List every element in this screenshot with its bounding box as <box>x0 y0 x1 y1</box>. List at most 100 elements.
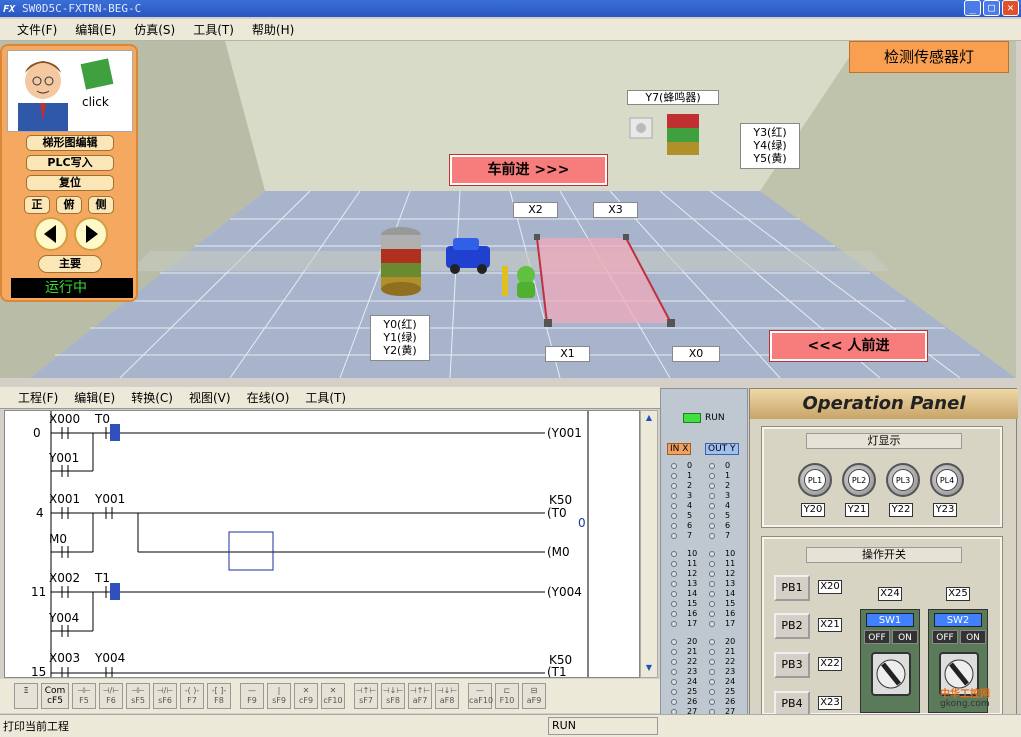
io-number: 25 <box>687 687 698 696</box>
editor-menu-view[interactable]: 视图(V) <box>181 389 239 406</box>
io-number: 3 <box>725 491 731 500</box>
menu-edit[interactable]: 编辑(E) <box>66 21 125 38</box>
toolbar-button-f8[interactable]: -[ ]- F8 <box>207 683 231 709</box>
menu-file[interactable]: 文件(F) <box>8 21 66 38</box>
editor-menu-convert[interactable]: 转换(C) <box>123 389 181 406</box>
car-forward-button[interactable]: 车前进 >>> <box>449 154 608 186</box>
toolbar-button-af8[interactable]: ⊣↓⊢ aF8 <box>435 683 459 709</box>
io-led-icon <box>671 483 677 489</box>
toolbar-button-f5[interactable]: ⊣⊢ F5 <box>72 683 96 709</box>
toolbar-button-caf10[interactable]: — caF10 <box>468 683 493 709</box>
main-button[interactable]: 主要 <box>38 255 102 273</box>
pb2-button[interactable]: PB2 <box>774 613 810 639</box>
io-number: 26 <box>687 697 698 706</box>
toolbar-button-af9[interactable]: ⊟ aF9 <box>522 683 546 709</box>
sw2-label: SW2 <box>934 613 982 627</box>
io-led-icon <box>671 473 677 479</box>
pl3-lamp: PL3 <box>886 463 920 497</box>
editor-menu-project[interactable]: 工程(F) <box>10 389 66 406</box>
io-number: 10 <box>725 549 736 558</box>
person-forward-button[interactable]: <<< 人前进 <box>769 330 928 362</box>
io-number: 5 <box>687 511 693 520</box>
maximize-button[interactable]: □ <box>983 0 1000 16</box>
toolbar-button-f6[interactable]: ⊣/⊢ F6 <box>99 683 123 709</box>
sensor-x2-label: X2 <box>513 202 558 218</box>
io-led-icon <box>671 699 677 705</box>
toolbar-button-comment[interactable]: Com cF5 <box>41 683 69 709</box>
menu-help[interactable]: 帮助(H) <box>243 21 303 38</box>
watermark-site: 中华工控网 <box>940 689 990 700</box>
pb-tag: X20 <box>818 580 842 594</box>
io-number: 11 <box>725 559 736 568</box>
editor-menu-tools[interactable]: 工具(T) <box>297 389 354 406</box>
view-side-button[interactable]: 侧 <box>88 196 114 214</box>
pb3-button[interactable]: PB3 <box>774 652 810 678</box>
editor-menu-online[interactable]: 在线(O) <box>239 389 298 406</box>
ladder-editor[interactable]: 0 X000 T0 Y001 (Y001 4 X001 Y001 M0 K50 … <box>4 410 640 678</box>
io-led-icon <box>671 551 677 557</box>
toolbar-button-sf7[interactable]: ⊣↑⊢ sF7 <box>354 683 378 709</box>
plc-write-button[interactable]: PLC写入 <box>26 155 114 171</box>
io-number: 26 <box>725 697 736 706</box>
io-number: 16 <box>687 609 698 618</box>
io-led-icon <box>671 503 677 509</box>
io-led-icon <box>709 551 715 557</box>
sw1-selector[interactable]: SW1 OFF ON <box>860 609 920 713</box>
close-button[interactable]: ✕ <box>1002 0 1019 16</box>
ladder-lines <box>50 411 589 677</box>
io-number: 14 <box>725 589 736 598</box>
scroll-up-icon[interactable]: ▲ <box>643 413 655 425</box>
toolbar-button-sf9[interactable]: | sF9 <box>267 683 291 709</box>
io-number: 7 <box>725 531 731 540</box>
io-led-icon <box>709 591 715 597</box>
reset-button[interactable]: 复位 <box>26 175 114 191</box>
minimize-button[interactable]: _ <box>964 0 981 16</box>
toolbar-button-f7[interactable]: -( )- F7 <box>180 683 204 709</box>
menu-tools[interactable]: 工具(T) <box>184 21 243 38</box>
sw2-off-label: OFF <box>932 630 958 644</box>
io-number: 4 <box>687 501 693 510</box>
tower-lamp-left-icon <box>381 227 421 296</box>
io-number: 0 <box>725 461 731 470</box>
io-led-icon <box>709 513 715 519</box>
ladder-edit-button[interactable]: 梯形图编辑 <box>26 135 114 151</box>
io-number: 14 <box>687 589 698 598</box>
view-top-button[interactable]: 俯 <box>56 196 82 214</box>
toolbar-button-sf5[interactable]: ⊣⊢ sF5 <box>126 683 150 709</box>
sensor-light-button[interactable]: 检测传感器灯 <box>849 41 1009 73</box>
step-number: 11 <box>31 585 47 599</box>
io-led-icon <box>709 669 715 675</box>
menu-bar: 文件(F) 编辑(E) 仿真(S) 工具(T) 帮助(H) <box>0 19 1021 41</box>
contact-label: Y001 <box>95 492 126 506</box>
io-led-icon <box>709 611 715 617</box>
toolbar-button-cf9[interactable]: ✕ cF9 <box>294 683 318 709</box>
toolbar-button-f9[interactable]: — F9 <box>240 683 264 709</box>
menu-simulate[interactable]: 仿真(S) <box>125 21 184 38</box>
editor-menu-edit[interactable]: 编辑(E) <box>66 389 123 406</box>
coil-label: (T0 <box>547 506 567 520</box>
contact-label: X002 <box>49 571 81 585</box>
arrow-right-icon[interactable] <box>74 217 108 251</box>
scroll-down-icon[interactable]: ▼ <box>643 663 655 675</box>
io-led-icon <box>709 699 715 705</box>
ladder-scrollbar[interactable]: ▲ ▼ <box>640 410 658 678</box>
io-led-icon <box>671 611 677 617</box>
instructor-avatar[interactable]: click <box>7 50 133 132</box>
io-number: 11 <box>687 559 698 568</box>
io-led-icon <box>709 689 715 695</box>
in-x-header: IN X <box>667 443 692 455</box>
toolbar-button-cf10[interactable]: ✕ cF10 <box>321 683 345 709</box>
view-front-button[interactable]: 正 <box>24 196 50 214</box>
left-lamp-labels: Y0(红) Y1(绿) Y2(黄) <box>370 315 430 361</box>
toolbar-button-f10[interactable]: ⊏ F10 <box>495 683 519 709</box>
toolbar-button-sf8[interactable]: ⊣↓⊢ sF8 <box>381 683 405 709</box>
toolbar-button-sf6[interactable]: ⊣/⊢ sF6 <box>153 683 177 709</box>
io-number: 24 <box>687 677 698 686</box>
coil-arg-label: K50 <box>549 493 573 507</box>
rotary-knob-icon[interactable] <box>871 652 911 696</box>
toolbar-button-af7[interactable]: ⊣↑⊢ aF7 <box>408 683 432 709</box>
toolbar-button[interactable]: Ξ <box>14 683 38 709</box>
arrow-left-icon[interactable] <box>34 217 68 251</box>
pb1-button[interactable]: PB1 <box>774 575 810 601</box>
sensor-x3-label: X3 <box>593 202 638 218</box>
